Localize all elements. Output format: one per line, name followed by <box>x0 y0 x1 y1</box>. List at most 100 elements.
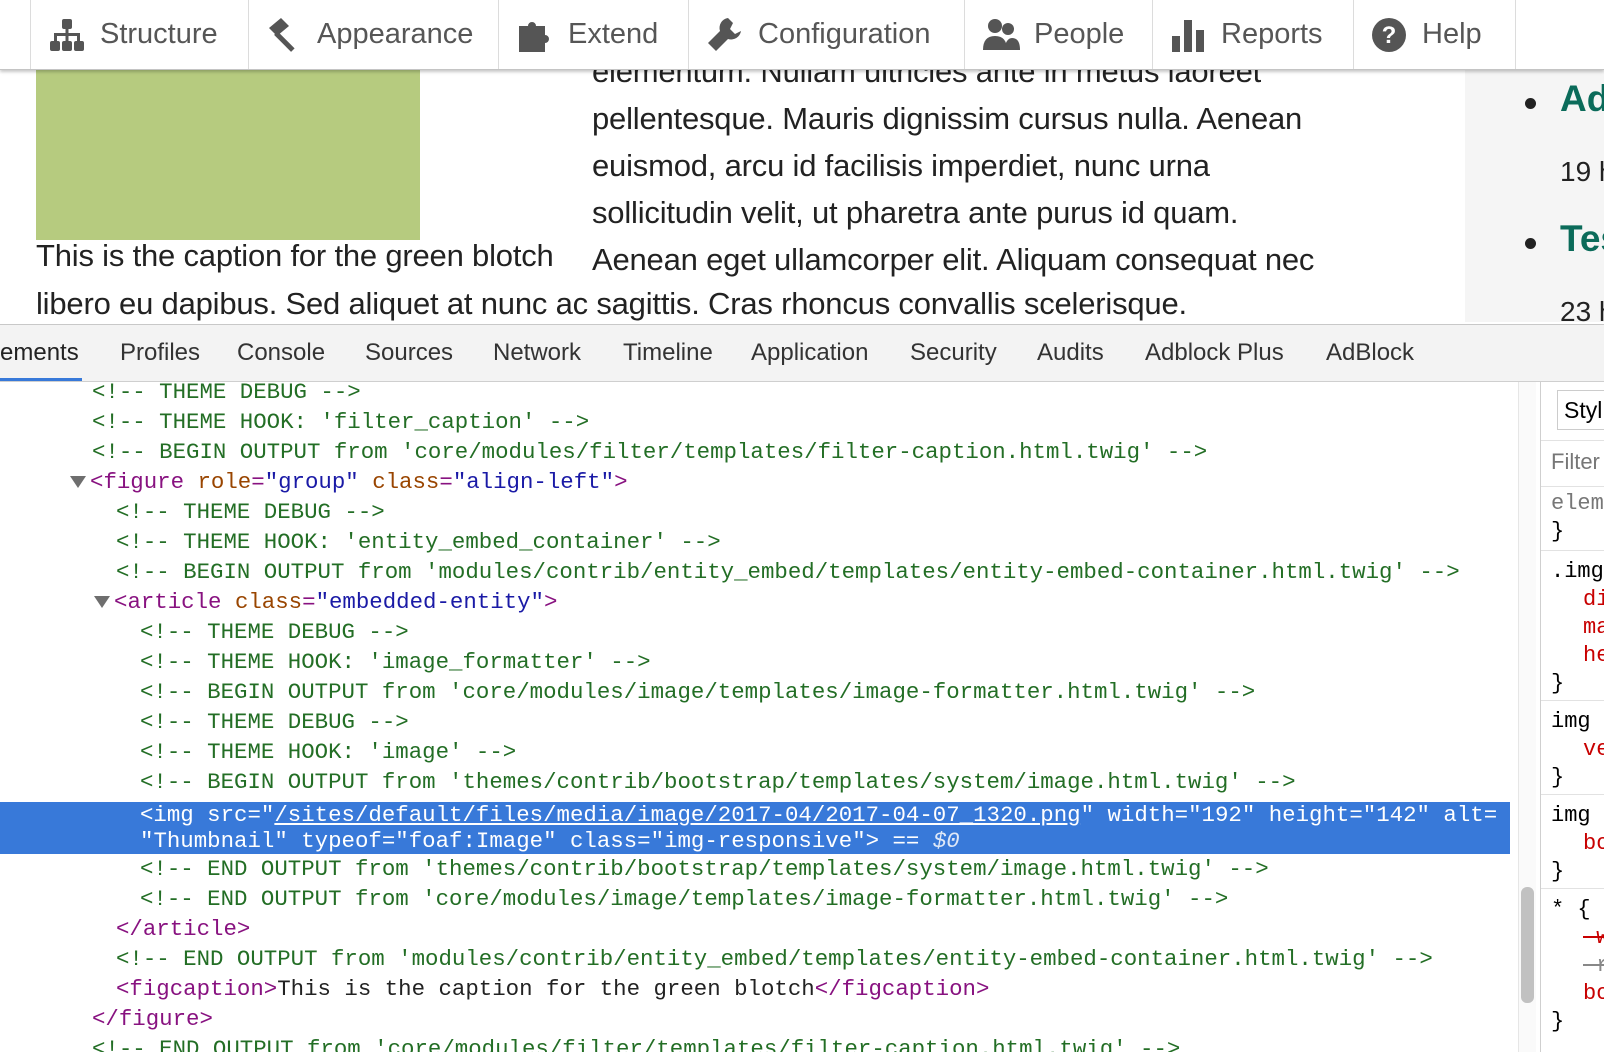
styles-filter-input[interactable]: Filter <box>1551 448 1600 476</box>
dom-node-figcaption[interactable]: <figcaption>This is the caption for the … <box>116 974 1540 1004</box>
dom-comment[interactable]: <!-- BEGIN OUTPUT from 'themes/contrib/b… <box>140 767 1540 797</box>
dom-comment[interactable]: <!-- BEGIN OUTPUT from 'core/modules/ima… <box>140 677 1540 707</box>
svg-text:?: ? <box>1382 22 1397 49</box>
style-rule-line: he <box>1583 643 1604 668</box>
body-text-line: elementum. Nullam ultricies ante in metu… <box>592 70 1262 89</box>
styles-pane: Styl Filter elem } .img di ma he } img v… <box>1540 382 1604 1052</box>
dom-comment[interactable]: <!-- THEME DEBUG --> <box>140 707 1540 737</box>
admin-toolbar: Structure Appearance Extend Configuratio… <box>0 0 1604 70</box>
style-rule-line: ve <box>1583 737 1604 762</box>
tab-security[interactable]: Security <box>910 325 997 381</box>
body-text-line: sollicitudin velit, ut pharetra ante pur… <box>592 195 1239 230</box>
toolbar-label-help: Help <box>1422 18 1482 50</box>
figure-caption: This is the caption for the green blotch <box>36 238 554 273</box>
style-rule-line: } <box>1551 859 1565 884</box>
toolbar-people[interactable]: People <box>965 0 1153 69</box>
dom-comment[interactable]: <!-- THEME DEBUG --> <box>116 497 1540 527</box>
dom-comment[interactable]: <!-- END OUTPUT from 'modules/contrib/en… <box>116 944 1540 974</box>
toolbar-label-extend: Extend <box>568 18 659 50</box>
toolbar-label-configuration: Configuration <box>758 18 931 50</box>
dom-comment[interactable]: <!-- END OUTPUT from 'core/modules/image… <box>140 884 1540 914</box>
toolbar-structure[interactable]: Structure <box>31 0 249 69</box>
tab-adblock[interactable]: AdBlock <box>1326 325 1414 381</box>
bar-chart-icon <box>1169 16 1207 54</box>
style-rule-line: } <box>1551 1009 1565 1034</box>
styles-divider <box>1541 794 1604 795</box>
sidebar-link[interactable]: Tes <box>1560 218 1604 260</box>
sidebar-link[interactable]: Adr <box>1560 78 1604 120</box>
dom-comment[interactable]: <!-- THEME HOOK: 'filter_caption' --> <box>92 407 1540 437</box>
style-rule-line: -r <box>1583 953 1604 978</box>
dom-close-figure[interactable]: </figure> <box>92 1004 1540 1034</box>
expand-triangle-icon[interactable] <box>70 476 86 488</box>
dom-comment[interactable]: <!-- BEGIN OUTPUT from 'core/modules/fil… <box>92 437 1540 467</box>
wrench-icon <box>706 16 744 54</box>
toolbar-label-reports: Reports <box>1221 18 1323 50</box>
dom-comment[interactable]: <!-- THEME DEBUG --> <box>140 617 1540 647</box>
toolbar-label-appearance: Appearance <box>317 18 474 50</box>
style-rule-line: bo <box>1583 981 1604 1006</box>
sidebar-date: 23 h <box>1560 296 1604 322</box>
structure-icon <box>48 16 86 54</box>
toolbar-extend[interactable]: Extend <box>499 0 689 69</box>
tab-console[interactable]: Console <box>237 325 325 381</box>
body-text-line: euismod, arcu id facilisis imperdiet, nu… <box>592 148 1210 183</box>
styles-divider <box>1541 550 1604 551</box>
selected-node-line-2: "Thumbnail" typeof="foaf:Image" class="i… <box>140 828 960 854</box>
sidebar-date: 19 h <box>1560 156 1604 187</box>
dom-comment[interactable]: <!-- THEME HOOK: 'entity_embed_container… <box>116 527 1540 557</box>
toolbar-configuration[interactable]: Configuration <box>689 0 965 69</box>
dom-comment[interactable]: <!-- END OUTPUT from 'core/modules/filte… <box>92 1034 1540 1052</box>
selected-node-line-1: <img src="/sites/default/files/media/ima… <box>140 802 1498 828</box>
devtools-tab-bar: ements Profiles Console Sources Network … <box>0 325 1604 382</box>
style-rule-line: di <box>1583 587 1604 612</box>
style-rule-line: ma <box>1583 615 1604 640</box>
dom-comment[interactable]: <!-- END OUTPUT from 'themes/contrib/boo… <box>140 854 1540 884</box>
styles-tab[interactable]: Styl <box>1557 390 1604 430</box>
style-rule-line: * { <box>1551 897 1591 922</box>
style-rule-line: .img <box>1551 559 1604 584</box>
tab-elements[interactable]: ements <box>0 325 82 381</box>
tab-sources[interactable]: Sources <box>365 325 453 381</box>
tab-application[interactable]: Application <box>751 325 868 381</box>
tab-timeline[interactable]: Timeline <box>623 325 713 381</box>
dom-close-article[interactable]: </article> <box>116 914 1540 944</box>
style-rule-line: elem <box>1551 491 1604 516</box>
toolbar-appearance[interactable]: Appearance <box>249 0 499 69</box>
tab-profiles[interactable]: Profiles <box>120 325 200 381</box>
dom-node-article[interactable]: <article class="embedded-entity"> <box>114 587 1540 617</box>
styles-divider <box>1541 486 1604 487</box>
styles-divider <box>1541 888 1604 889</box>
tab-audits[interactable]: Audits <box>1037 325 1104 381</box>
people-icon <box>982 16 1020 54</box>
dom-comment[interactable]: <!-- THEME HOOK: 'image' --> <box>140 737 1540 767</box>
style-rule-line: img <box>1551 709 1591 734</box>
devtools-panel: ements Profiles Console Sources Network … <box>0 324 1604 1052</box>
dom-comment[interactable]: <!-- BEGIN OUTPUT from 'modules/contrib/… <box>116 557 1540 587</box>
toolbar-label-people: People <box>1034 18 1125 50</box>
dom-tree-scrollbar[interactable] <box>1518 382 1536 1052</box>
dom-comment[interactable]: <!-- THEME HOOK: 'image_formatter' --> <box>140 647 1540 677</box>
toolbar-help[interactable]: ? Help <box>1354 0 1516 69</box>
toolbar-label-structure: Structure <box>100 18 218 50</box>
style-rule-line: } <box>1551 765 1565 790</box>
scroll-thumb[interactable] <box>1521 887 1534 1003</box>
dom-comment[interactable]: <!-- THEME DEBUG --> <box>92 382 1540 407</box>
style-rule-line: -w <box>1583 925 1604 950</box>
style-rule-line: } <box>1551 519 1565 544</box>
tab-adblock-plus[interactable]: Adblock Plus <box>1145 325 1284 381</box>
toolbar-reports[interactable]: Reports <box>1153 0 1354 69</box>
styles-divider <box>1541 700 1604 701</box>
expand-triangle-icon[interactable] <box>94 596 110 608</box>
image-src-link[interactable]: /sites/default/files/media/image/2017-04… <box>274 802 1080 828</box>
body-text-line: Aenean eget ullamcorper elit. Aliquam co… <box>592 242 1315 277</box>
body-text-line: libero eu dapibus. Sed aliquet at nunc a… <box>36 286 1187 321</box>
style-rule-line: } <box>1551 671 1565 696</box>
dom-tree: <!-- THEME DEBUG --> <!-- THEME HOOK: 'f… <box>0 382 1540 1052</box>
tab-network[interactable]: Network <box>493 325 581 381</box>
selected-dom-node-img[interactable]: <img src="/sites/default/files/media/ima… <box>0 802 1510 854</box>
dom-node-figure[interactable]: <figure role="group" class="align-left"> <box>90 467 1540 497</box>
sidebar-list: Adr 19 h Tes 23 h <box>1465 70 1604 322</box>
page-content: elementum. Nullam ultricies ante in metu… <box>0 70 1604 322</box>
bullet-icon <box>1525 98 1536 109</box>
